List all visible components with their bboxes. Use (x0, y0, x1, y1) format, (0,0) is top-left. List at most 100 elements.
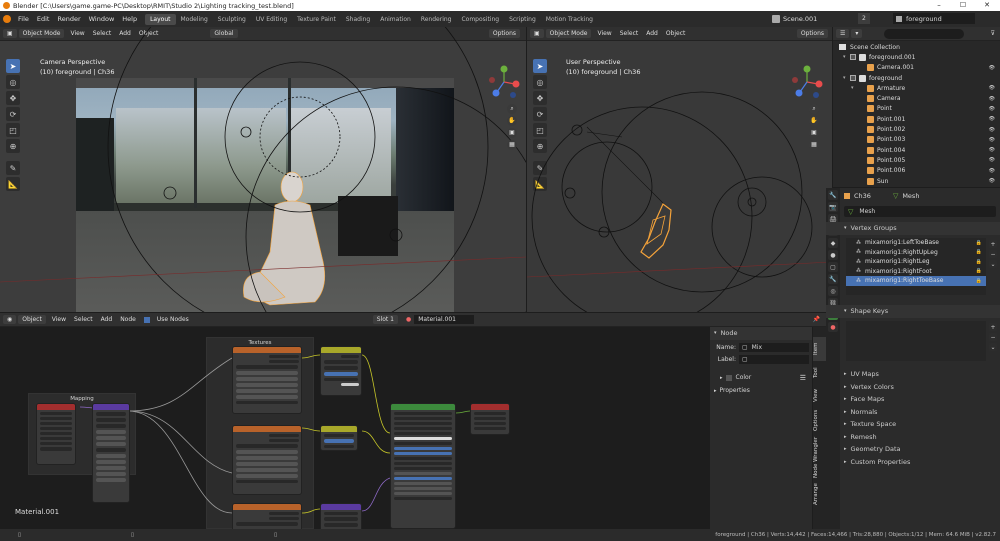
character-selected[interactable] (635, 200, 677, 260)
node-panel-header[interactable]: ▾ Node (710, 327, 812, 340)
tab-view[interactable]: View (813, 385, 826, 405)
node-name-field[interactable]: ▢ Mix (739, 343, 809, 352)
editor-type-icon[interactable]: ☰ (836, 29, 850, 38)
close-button[interactable]: ✕ (976, 0, 998, 11)
properties-section-header[interactable]: ▸ Custom Properties (826, 456, 1000, 469)
perspective-toggle-icon[interactable]: ▦ (507, 140, 517, 150)
color-row[interactable]: ▸ Color ☰ (710, 373, 812, 383)
pan-hand-icon[interactable]: ✋ (507, 116, 517, 126)
scene-tab-icon[interactable]: ◆ (828, 238, 838, 248)
lock-icon[interactable]: 🔒 (976, 249, 982, 255)
image-texture-node-1[interactable] (232, 346, 302, 414)
visibility-eye-icon[interactable]: 👁 (989, 168, 995, 174)
vertex-group-row[interactable]: ⁂ mixamorig1:RightFoot 🔒 (846, 267, 986, 277)
camera-view-icon[interactable]: ▣ (809, 128, 819, 138)
perspective-toggle-icon[interactable]: ▦ (809, 140, 819, 150)
menu-render[interactable]: Render (53, 15, 84, 23)
minimize-button[interactable]: – (928, 0, 950, 11)
pan-hand-icon[interactable]: ✋ (809, 116, 819, 126)
visibility-eye-icon[interactable]: 👁 (989, 85, 995, 91)
zoom-icon[interactable]: ⌕ (809, 104, 819, 114)
properties-section-header[interactable]: ▸ Texture Space (826, 418, 1000, 431)
invert-node[interactable] (320, 425, 358, 451)
blender-menu-icon[interactable] (3, 15, 11, 23)
remove-shape-key-icon[interactable]: − (989, 333, 997, 341)
scene-selector[interactable]: Scene.001 (772, 13, 817, 25)
mix-node[interactable] (320, 346, 362, 396)
tool-tab-icon[interactable]: 🔧 (828, 190, 838, 200)
menu-edit[interactable]: Edit (33, 15, 54, 23)
visibility-eye-icon[interactable]: 👁 (989, 127, 995, 133)
expand-arrow-icon[interactable]: ▾ (843, 75, 850, 81)
navigation-gizmo[interactable] (790, 64, 824, 100)
lock-icon[interactable]: 🔒 (976, 240, 982, 246)
tab-item[interactable]: Item (813, 337, 826, 361)
tab-options[interactable]: Options (813, 407, 826, 433)
collection-checkbox[interactable] (850, 54, 856, 61)
viewport-left[interactable]: ▣ Object Mode View Select Add Object Glo… (0, 27, 526, 312)
tab-texture-paint[interactable]: Texture Paint (292, 14, 341, 25)
physics-tab-icon[interactable]: ◎ (828, 286, 838, 296)
outliner-row[interactable]: ▾ foreground.001 (833, 52, 1000, 62)
tab-modeling[interactable]: Modeling (176, 14, 213, 25)
navigation-gizmo[interactable] (487, 64, 521, 100)
tab-animation[interactable]: Animation (375, 14, 416, 25)
outliner-row[interactable]: Point.005 👁 (833, 155, 1000, 165)
visibility-eye-icon[interactable]: 👁 (989, 157, 995, 163)
list-icon[interactable]: ☰ (800, 374, 806, 382)
lock-icon[interactable]: 🔒 (976, 268, 982, 274)
outliner-row[interactable]: ▾ foreground (833, 73, 1000, 83)
tab-compositing[interactable]: Compositing (456, 14, 504, 25)
tab-rendering[interactable]: Rendering (416, 14, 457, 25)
visibility-eye-icon[interactable]: 👁 (989, 147, 995, 153)
properties-section-header[interactable]: ▸ Normals (826, 406, 1000, 419)
shape-key-menu-icon[interactable]: ⌄ (989, 343, 997, 351)
vertex-group-menu-icon[interactable]: ⌄ (989, 260, 997, 268)
outliner-row[interactable]: Point 👁 (833, 104, 1000, 114)
outliner-row[interactable]: Camera 👁 (833, 93, 1000, 103)
vertex-group-row[interactable]: ⁂ mixamorig1:RightLeg 🔒 (846, 257, 986, 267)
vertex-group-row[interactable]: ⁂ mixamorig1:LeftToeBase 🔒 (846, 238, 986, 248)
object-tab-icon[interactable]: ▢ (828, 262, 838, 272)
outliner-row[interactable]: Camera.001 👁 (833, 63, 1000, 73)
collection-checkbox[interactable] (850, 75, 856, 82)
camera-view-icon[interactable]: ▣ (507, 128, 517, 138)
principled-bsdf-node[interactable] (390, 403, 456, 529)
viewport-right[interactable]: ▣ Object Mode View Select Add Object Opt… (527, 27, 832, 312)
view-layer-selector[interactable]: foreground (893, 13, 975, 24)
menu-window[interactable]: Window (85, 15, 119, 23)
menu-help[interactable]: Help (118, 15, 141, 23)
image-texture-node-2[interactable] (232, 425, 302, 495)
normal-map-node[interactable] (320, 503, 362, 529)
zoom-icon[interactable]: ⌕ (507, 104, 517, 114)
outliner-row[interactable]: Point.004 👁 (833, 145, 1000, 155)
expand-arrow-icon[interactable]: ▾ (843, 54, 850, 60)
visibility-eye-icon[interactable]: 👁 (989, 178, 995, 184)
tab-shading[interactable]: Shading (341, 14, 375, 25)
tab-scripting[interactable]: Scripting (504, 14, 541, 25)
outliner-row[interactable]: Point.001 👁 (833, 114, 1000, 124)
outliner-root[interactable]: Scene Collection (833, 42, 1000, 52)
outliner-row[interactable]: Sun 👁 (833, 176, 1000, 186)
outliner-search[interactable] (884, 28, 965, 39)
properties-section-header[interactable]: ▸ Face Maps (826, 393, 1000, 406)
lock-icon[interactable]: 🔒 (976, 278, 982, 284)
render-tab-icon[interactable]: 📷 (828, 202, 838, 212)
node-label-field[interactable]: ▢ (739, 355, 809, 364)
menu-file[interactable]: File (14, 15, 33, 23)
world-tab-icon[interactable]: ● (828, 250, 838, 260)
tab-node-wrangler[interactable]: Node Wrangler (813, 435, 826, 479)
outliner-row[interactable]: ▾ Armature 👁 (833, 83, 1000, 93)
remove-vertex-group-icon[interactable]: − (989, 250, 997, 258)
maximize-button[interactable]: ☐ (952, 0, 974, 11)
mesh-datablock-selector[interactable]: ▽ Mesh (844, 206, 996, 217)
display-mode-icon[interactable]: ▾ (851, 29, 863, 38)
visibility-eye-icon[interactable]: 👁 (989, 137, 995, 143)
mapping-node[interactable] (92, 403, 130, 503)
properties-section-header[interactable]: ▸ Geometry Data (826, 443, 1000, 456)
tab-motion-tracking[interactable]: Motion Tracking (541, 14, 598, 25)
add-vertex-group-icon[interactable]: + (989, 240, 997, 248)
material-tab-icon[interactable]: ● (828, 322, 838, 332)
add-shape-key-icon[interactable]: + (989, 323, 997, 331)
vertex-group-row[interactable]: ⁂ mixamorig1:RightToeBase 🔒 (846, 276, 986, 286)
